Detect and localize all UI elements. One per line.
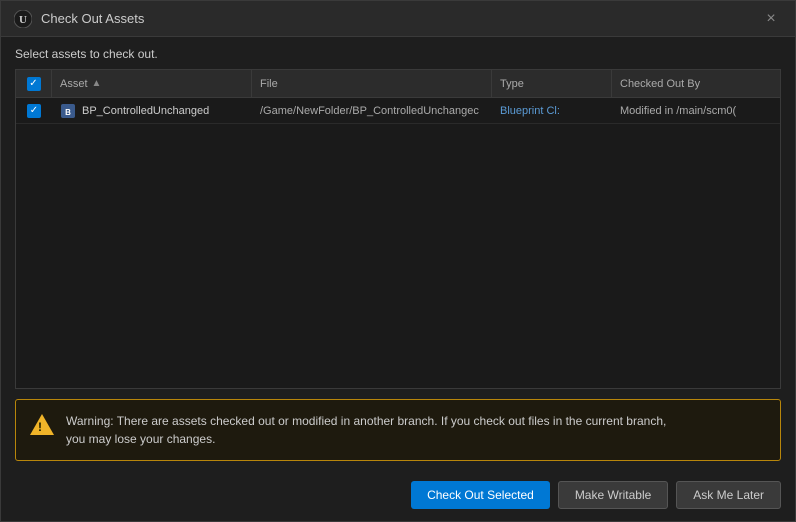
row-checkmark-icon: ✓: [30, 106, 38, 116]
warning-triangle-icon: [30, 414, 54, 435]
row-asset-cell: B BP_ControlledUnchanged: [52, 98, 252, 123]
checkmark-icon: ✓: [29, 79, 37, 89]
table-header: ✓ Asset ▲ File Type Checked Out By: [16, 70, 780, 98]
checkout-selected-button[interactable]: Check Out Selected: [411, 481, 550, 509]
row-checkbox[interactable]: ✓: [27, 104, 41, 118]
table-row: ✓ B BP_ControlledUnchanged /Ga: [16, 98, 780, 124]
sort-asc-icon: ▲: [92, 78, 102, 89]
close-button[interactable]: ×: [759, 7, 783, 31]
row-checkbox-cell: ✓: [16, 98, 52, 123]
warning-text: Warning: There are assets checked out or…: [66, 412, 666, 448]
blueprint-icon: B: [60, 103, 76, 119]
row-asset-name: BP_ControlledUnchanged: [82, 105, 209, 117]
make-writable-button[interactable]: Make Writable: [558, 481, 668, 509]
title-bar: U Check Out Assets ×: [1, 1, 795, 37]
dialog-footer: Check Out Selected Make Writable Ask Me …: [1, 481, 795, 521]
dialog-content: Select assets to check out. ✓ Asset ▲ Fi…: [1, 37, 795, 481]
warning-box: Warning: There are assets checked out or…: [15, 399, 781, 461]
svg-text:U: U: [19, 14, 27, 26]
table-body: ✓ B BP_ControlledUnchanged /Ga: [16, 98, 780, 388]
row-type-cell: Blueprint Cl:: [492, 98, 612, 123]
assets-table: ✓ Asset ▲ File Type Checked Out By: [15, 69, 781, 389]
title-bar-left: U Check Out Assets: [13, 9, 144, 29]
select-all-checkbox[interactable]: ✓: [27, 77, 41, 91]
th-type[interactable]: Type: [492, 70, 612, 97]
dialog-title: Check Out Assets: [41, 11, 144, 26]
dialog-subtitle: Select assets to check out.: [15, 47, 781, 61]
th-checkbox: ✓: [16, 70, 52, 97]
th-asset[interactable]: Asset ▲: [52, 70, 252, 97]
ask-later-button[interactable]: Ask Me Later: [676, 481, 781, 509]
dialog: U Check Out Assets × Select assets to ch…: [0, 0, 796, 522]
svg-text:B: B: [65, 108, 71, 117]
warning-icon: [30, 412, 54, 436]
th-checkedout[interactable]: Checked Out By: [612, 70, 780, 97]
ue-logo-icon: U: [13, 9, 33, 29]
th-file[interactable]: File: [252, 70, 492, 97]
row-checkedout-cell: Modified in /main/scm0(: [612, 98, 780, 123]
row-file-cell: /Game/NewFolder/BP_ControlledUnchangec: [252, 98, 492, 123]
